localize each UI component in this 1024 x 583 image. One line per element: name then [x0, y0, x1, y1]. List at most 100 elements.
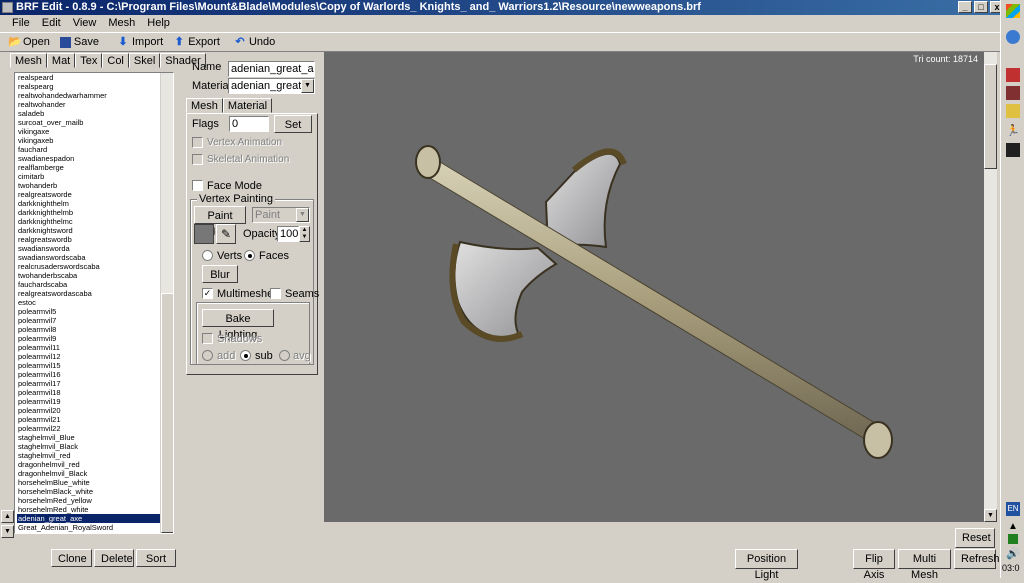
list-item[interactable]: realgreatswordb — [17, 235, 160, 244]
app-icon-dark[interactable] — [1006, 86, 1020, 100]
list-item[interactable]: realspeard — [17, 73, 160, 82]
seams-checkbox[interactable] — [270, 288, 281, 299]
list-item[interactable]: staghelmvil_Blue — [17, 433, 160, 442]
clone-button[interactable]: Clone — [51, 549, 92, 567]
runner-icon[interactable]: 🏃 — [1006, 124, 1020, 138]
opacity-field[interactable]: 100 — [277, 226, 299, 242]
bake-lighting-button[interactable]: Bake Lighting — [202, 309, 274, 341]
dropdown-arrow-icon[interactable]: ▼ — [296, 208, 309, 222]
maximize-button[interactable]: □ — [974, 1, 988, 13]
face-mode-checkbox[interactable] — [192, 180, 203, 191]
start-icon[interactable] — [1006, 4, 1020, 18]
add-radio[interactable] — [202, 350, 213, 361]
paint-combo[interactable]: Paint ▼ — [252, 207, 310, 223]
tab-col[interactable]: Col — [102, 53, 129, 68]
skeletal-animation-checkbox[interactable] — [192, 154, 203, 165]
list-item[interactable]: vikingaxeb — [17, 136, 160, 145]
menu-file[interactable]: File — [6, 15, 36, 31]
tray-arrow-icon[interactable]: ▲ — [1006, 520, 1020, 534]
sub-radio[interactable] — [240, 350, 251, 361]
list-item[interactable]: dragonhelmvil_Black — [17, 469, 160, 478]
list-item[interactable]: twohanderbscaba — [17, 271, 160, 280]
list-item[interactable]: realtwohandedwarhammer — [17, 91, 160, 100]
list-item[interactable]: polearmvil11 — [17, 343, 160, 352]
sort-button[interactable]: Sort — [136, 549, 176, 567]
menu-view[interactable]: View — [67, 15, 103, 31]
volume-icon[interactable]: 🔊 — [1006, 547, 1020, 561]
list-item[interactable]: darkknighthelmb — [17, 208, 160, 217]
tab-tex[interactable]: Tex — [75, 53, 103, 68]
list-item[interactable]: swadianespadon — [17, 154, 160, 163]
list-item[interactable]: swadianswordscaba — [17, 253, 160, 262]
list-item[interactable]: polearmvil19 — [17, 397, 160, 406]
avg-radio[interactable] — [279, 350, 290, 361]
list-item[interactable]: polearmvil15 — [17, 361, 160, 370]
list-item[interactable]: horsehelmBlack_white — [17, 487, 160, 496]
reset-button[interactable]: Reset — [955, 528, 995, 548]
material-combo[interactable]: adenian_great_axe ▼ — [228, 78, 315, 94]
set-button[interactable]: Set — [274, 115, 312, 133]
folder-icon[interactable] — [1006, 104, 1020, 118]
list-item[interactable]: polearmvil21 — [17, 415, 160, 424]
menu-mesh[interactable]: Mesh — [102, 15, 141, 31]
open-button[interactable]: 📂 Open — [3, 33, 55, 51]
multi-mesh-button[interactable]: Multi Mesh — [898, 549, 951, 581]
color-picker-button[interactable]: ✎ — [216, 224, 236, 244]
list-item[interactable]: darkknighthelmc — [17, 217, 160, 226]
list-item[interactable]: realflamberge — [17, 163, 160, 172]
mesh-list[interactable]: realspeard realspearg realtwohandedwarhamm… — [14, 72, 174, 534]
app-icon-red[interactable] — [1006, 68, 1020, 82]
list-item[interactable]: saladeb — [17, 109, 160, 118]
tab-skel[interactable]: Skel — [128, 53, 161, 68]
name-field[interactable]: adenian_great_axe — [228, 61, 315, 77]
tab-mesh[interactable]: Mesh — [10, 53, 47, 68]
multimeshes-checkbox[interactable]: ✓ — [202, 288, 213, 299]
list-item[interactable]: polearmvil12 — [17, 352, 160, 361]
list-item[interactable]: staghelmvil_Black — [17, 442, 160, 451]
list-item[interactable]: dragonhelmvil_red — [17, 460, 160, 469]
list-item[interactable]: vikingaxe — [17, 127, 160, 136]
blur-button[interactable]: Blur — [202, 265, 238, 283]
verts-radio[interactable] — [202, 250, 213, 261]
list-item[interactable]: polearmvil17 — [17, 379, 160, 388]
tab-props-material[interactable]: Material — [222, 98, 273, 113]
export-button[interactable]: ⬆ Export — [168, 33, 225, 51]
minimize-button[interactable]: _ — [958, 1, 972, 13]
list-item[interactable]: horsehelmRed_white — [17, 505, 160, 514]
tray-status-icon[interactable] — [1008, 534, 1018, 544]
clock[interactable]: 03:0 — [1002, 563, 1020, 573]
mesh-list-scroll-thumb[interactable] — [161, 293, 173, 533]
list-item[interactable]: polearmvil8 — [17, 325, 160, 334]
list-item[interactable]: polearmvil5 — [17, 307, 160, 316]
viewport-scroll-thumb[interactable] — [984, 64, 997, 169]
3d-viewport[interactable]: Tri count: 18714 — [324, 52, 984, 522]
list-item[interactable]: adenian_great_axe — [17, 514, 160, 523]
shadows-checkbox[interactable] — [202, 333, 213, 344]
undo-button[interactable]: ↶ Undo — [229, 33, 280, 51]
position-light-button[interactable]: Position Light — [735, 549, 798, 581]
list-item[interactable]: horsehelmRed_yellow — [17, 496, 160, 505]
terminal-icon[interactable] — [1006, 143, 1020, 157]
menu-help[interactable]: Help — [141, 15, 176, 31]
save-button[interactable]: Save — [55, 33, 104, 51]
list-item[interactable]: realcrusaderswordscaba — [17, 262, 160, 271]
list-item[interactable]: polearmvil18 — [17, 388, 160, 397]
tab-props-mesh[interactable]: Mesh — [186, 98, 223, 113]
list-item[interactable]: Great_Adenian_RoyalSword — [17, 523, 160, 532]
list-item[interactable]: realspearg — [17, 82, 160, 91]
list-item[interactable]: polearmvil20 — [17, 406, 160, 415]
move-up-button[interactable]: ▲ — [1, 510, 14, 523]
mesh-list-scrollbar[interactable] — [160, 73, 173, 533]
list-item[interactable]: staghelmvil_red — [17, 451, 160, 460]
list-item[interactable]: polearmvil22 — [17, 424, 160, 433]
tab-mat[interactable]: Mat — [46, 53, 76, 68]
list-item[interactable]: cimitarb — [17, 172, 160, 181]
list-item[interactable]: realtwohander — [17, 100, 160, 109]
list-item[interactable]: horsehelmBlue_white — [17, 478, 160, 487]
flip-axis-button[interactable]: Flip Axis — [853, 549, 895, 581]
viewport-scrollbar[interactable]: ▼ — [984, 52, 997, 522]
globe-icon[interactable] — [1006, 30, 1020, 44]
import-button[interactable]: ⬇ Import — [112, 33, 168, 51]
flags-field[interactable]: 0 — [229, 116, 269, 132]
list-item[interactable]: twohanderb — [17, 181, 160, 190]
